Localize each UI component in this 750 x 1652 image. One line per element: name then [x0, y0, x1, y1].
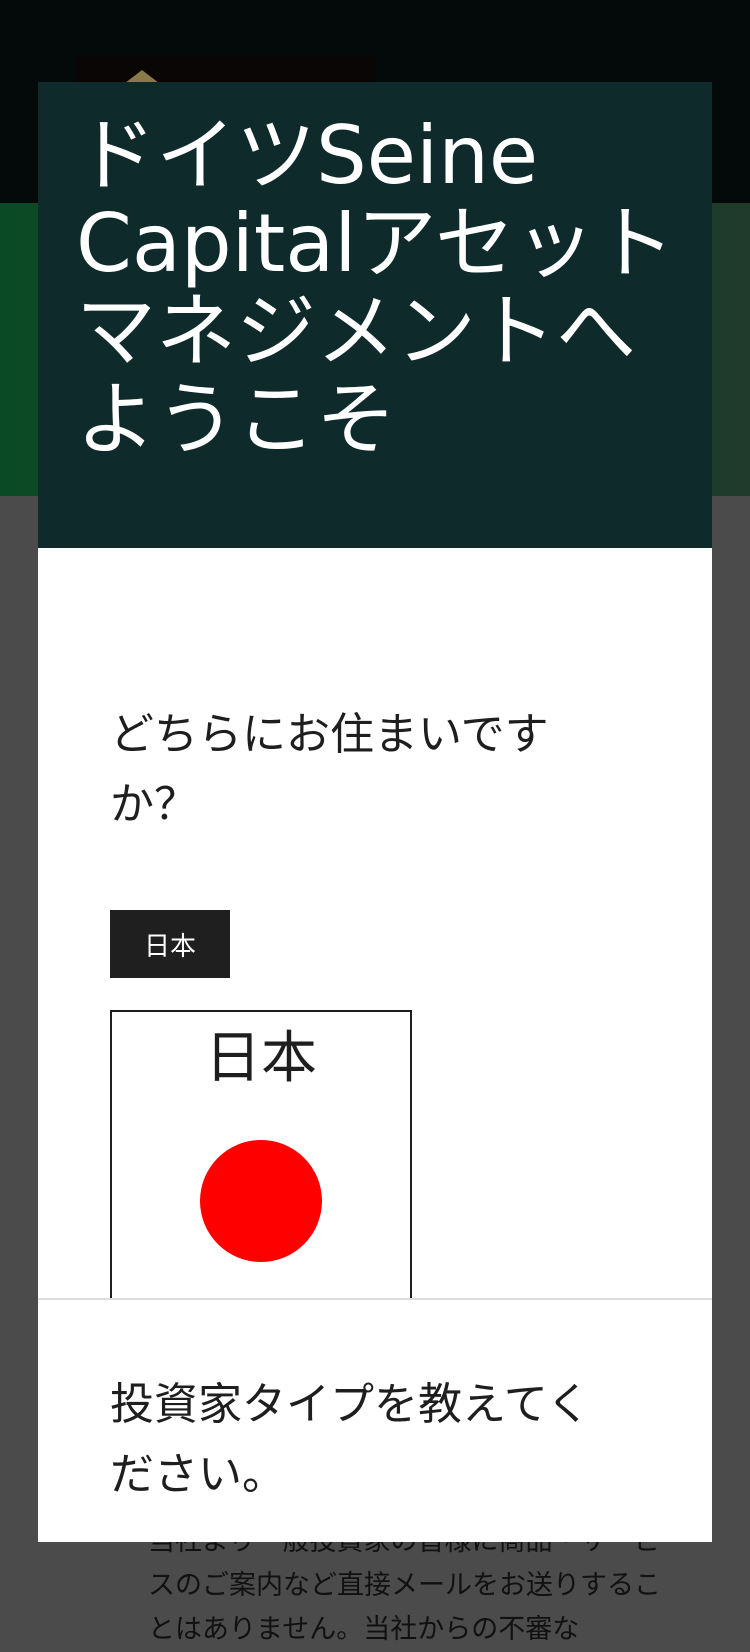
- modal-title: ドイツSeine Capitalアセットマネジメントへようこそ: [76, 109, 675, 466]
- country-option-japan[interactable]: 日本: [110, 1010, 412, 1300]
- modal-header: ドイツSeine Capitalアセットマネジメントへようこそ: [38, 82, 712, 548]
- japan-flag-icon: [200, 1140, 322, 1262]
- selected-country-tag[interactable]: 日本: [110, 910, 230, 978]
- country-option-label: 日本: [205, 1026, 317, 1091]
- welcome-modal: ドイツSeine Capitalアセットマネジメントへようこそ どちらにお住まい…: [38, 82, 712, 1542]
- residence-section: どちらにお住まいですか？ 日本 日本: [38, 548, 712, 1380]
- residence-question: どちらにお住まいですか？: [110, 709, 549, 830]
- section-divider: [38, 1298, 712, 1300]
- investor-type-question: 投資家タイプを教えてください。: [110, 1379, 591, 1500]
